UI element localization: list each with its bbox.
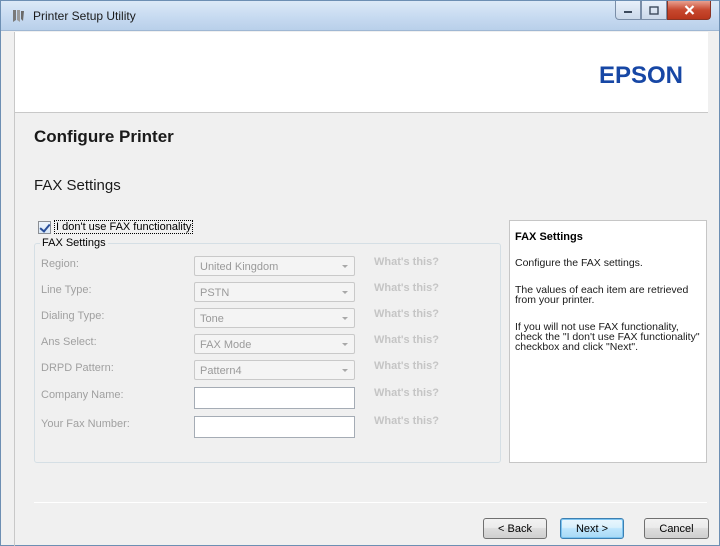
footer-divider [34,502,707,503]
chevron-down-icon [342,291,348,294]
window-title: Printer Setup Utility [33,9,136,23]
fax-number-whats-this-link[interactable]: What's this? [374,415,439,427]
chevron-down-icon [342,265,348,268]
dialing-type-value: Tone [200,313,224,325]
fax-settings-group-title: FAX Settings [40,237,108,249]
no-fax-checkbox-row[interactable]: I don't use FAX functionality [38,220,194,234]
drpd-pattern-whats-this-link[interactable]: What's this? [374,360,439,372]
no-fax-checkbox[interactable] [38,220,51,234]
chevron-down-icon [342,343,348,346]
line-type-value: PSTN [200,287,230,299]
help-panel-text-1: Configure the FAX settings. [515,257,643,269]
company-name-label: Company Name: [41,389,124,401]
window-controls [615,1,711,21]
dialing-type-whats-this-link[interactable]: What's this? [374,308,439,320]
back-button[interactable]: < Back [483,518,547,539]
drpd-pattern-select: Pattern4 [194,360,355,380]
ans-select-select: FAX Mode [194,334,355,354]
line-type-select: PSTN [194,282,355,302]
dialing-type-select: Tone [194,308,355,328]
line-type-label: Line Type: [41,284,92,296]
help-panel-text-2: The values of each item are retrieved fr… [515,284,689,306]
page-title: Configure Printer [34,127,174,146]
cancel-button[interactable]: Cancel [644,518,709,539]
help-panel-text-3: If you will not use FAX functionality, c… [515,321,700,353]
printer-setup-icon [13,10,24,22]
close-icon[interactable] [667,1,711,20]
company-name-whats-this-link[interactable]: What's this? [374,387,439,399]
line-type-whats-this-link[interactable]: What's this? [374,282,439,294]
ans-select-label: Ans Select: [41,336,97,348]
drpd-pattern-label: DRPD Pattern: [41,362,114,374]
region-select: United Kingdom [194,256,355,276]
header-banner: EPSON [14,32,708,113]
no-fax-checkbox-label[interactable]: I don't use FAX functionality [54,220,194,234]
minimize-icon[interactable] [615,1,641,20]
left-border [14,32,15,546]
title-bar[interactable]: Printer Setup Utility [1,1,719,31]
region-whats-this-link[interactable]: What's this? [374,256,439,268]
chevron-down-icon [342,369,348,372]
drpd-pattern-value: Pattern4 [200,365,242,377]
region-value: United Kingdom [200,261,279,273]
chevron-down-icon [342,317,348,320]
fax-number-label: Your Fax Number: [41,418,130,430]
ans-select-value: FAX Mode [200,339,252,351]
dialing-type-label: Dialing Type: [41,310,105,322]
fax-number-field[interactable] [194,416,355,438]
help-panel-title: FAX Settings [515,231,583,243]
maximize-icon[interactable] [641,1,667,20]
next-button[interactable]: Next > [560,518,624,539]
region-label: Region: [41,258,79,270]
section-title: FAX Settings [34,177,121,194]
company-name-field[interactable] [194,387,355,409]
epson-logo: EPSON [598,62,683,89]
ans-select-whats-this-link[interactable]: What's this? [374,334,439,346]
